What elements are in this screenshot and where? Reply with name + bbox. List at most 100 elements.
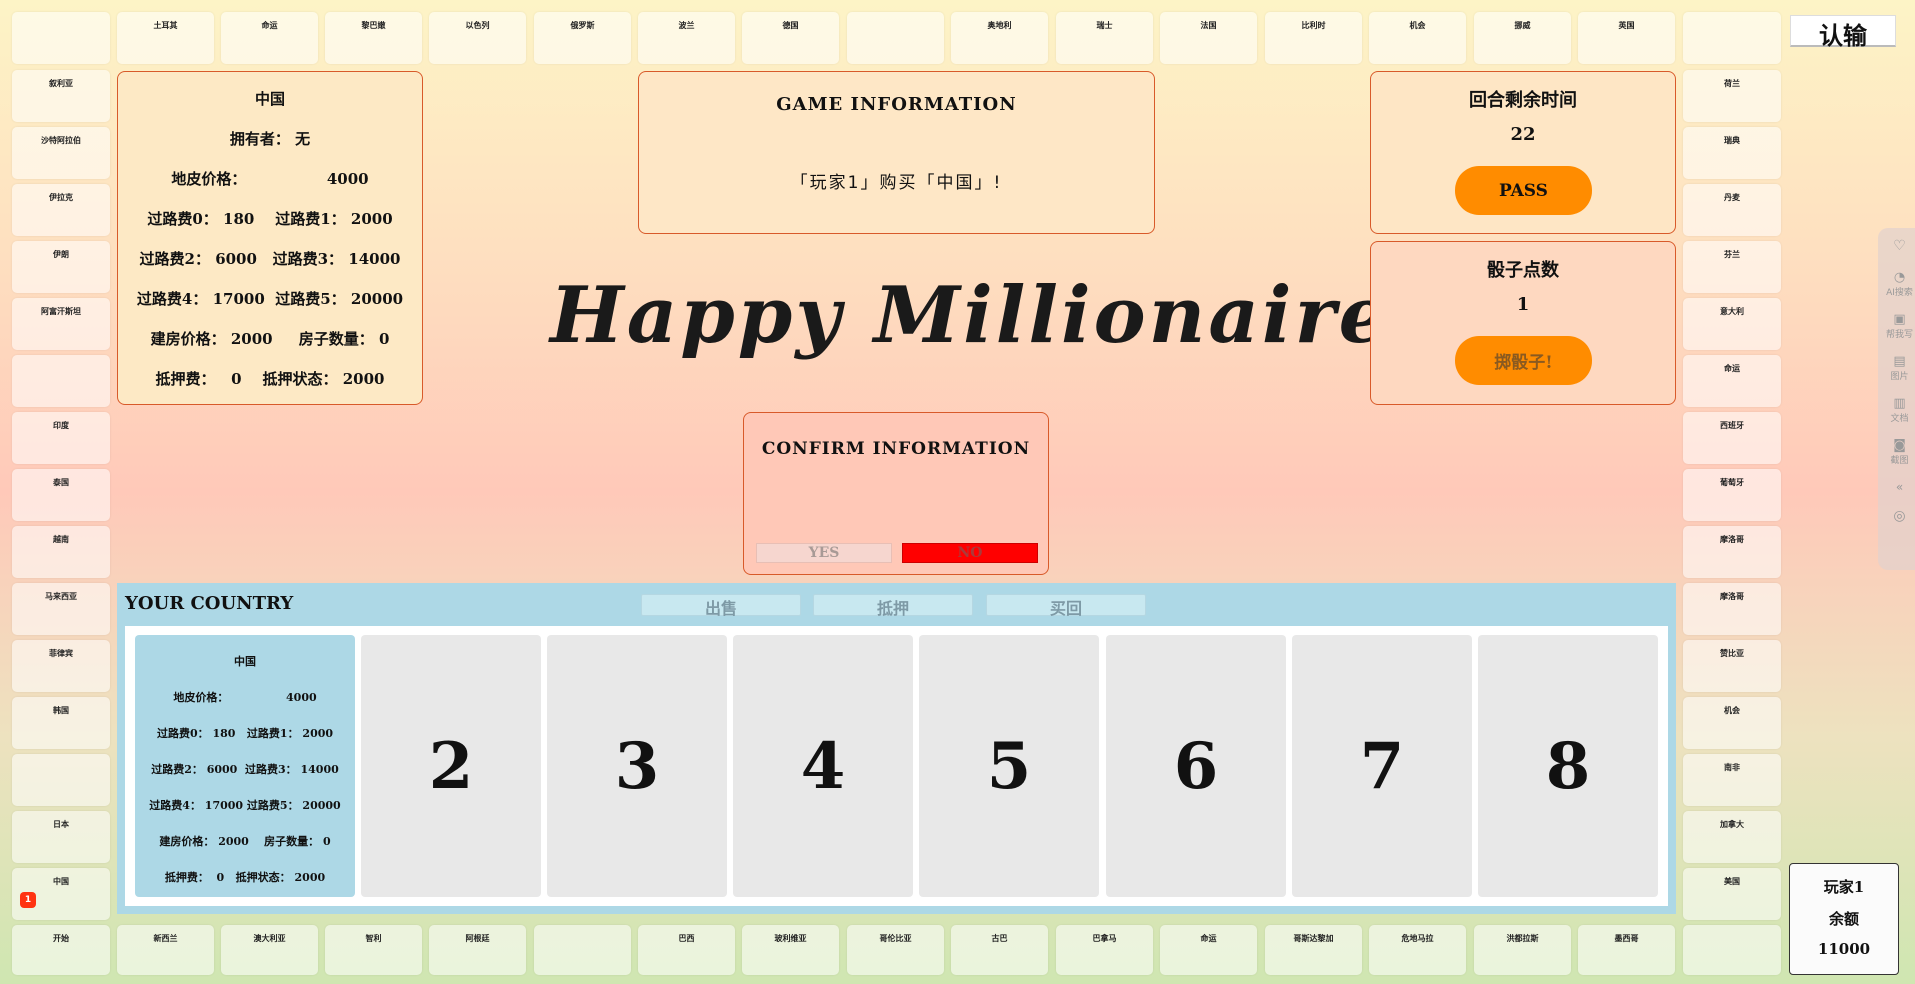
board-cell[interactable]: 赞比亚 xyxy=(1683,640,1781,692)
board-cell[interactable] xyxy=(534,925,631,975)
board-cell[interactable]: 美国 xyxy=(1683,868,1781,920)
card-mortgage-status-label: 抵押状态： xyxy=(235,871,291,884)
board-cell[interactable]: 西班牙 xyxy=(1683,412,1781,464)
board-cell[interactable]: 叙利亚 xyxy=(12,70,110,122)
board-cell[interactable]: 哥斯达黎加 xyxy=(1265,925,1362,975)
toll5-label: 过路费5： xyxy=(275,290,346,308)
board-cell[interactable]: 巴西 xyxy=(638,925,735,975)
board-cell[interactable]: 危地马拉 xyxy=(1369,925,1466,975)
sell-button[interactable]: 出售 xyxy=(641,594,801,618)
board-cell[interactable]: 阿富汗斯坦 xyxy=(12,298,110,350)
roll-dice-button[interactable]: 掷骰子! xyxy=(1455,336,1592,385)
country-detail-card[interactable]: 中国 地皮价格： 4000 过路费0： 180 过路费1： 2000 过路费2：… xyxy=(135,635,355,897)
board-cell[interactable]: 荷兰 xyxy=(1683,70,1781,122)
surrender-button[interactable]: 认输 xyxy=(1790,15,1896,50)
mortgage-button[interactable]: 抵押 xyxy=(813,594,973,618)
board-cell[interactable]: 摩洛哥 xyxy=(1683,526,1781,578)
board-cell[interactable]: 奥地利 xyxy=(951,12,1048,64)
board-cell[interactable]: 法国 xyxy=(1160,12,1257,64)
board-cell[interactable]: 挪威 xyxy=(1474,12,1571,64)
board-cell[interactable]: 波兰 xyxy=(638,12,735,64)
board-cell-current[interactable]: 中国 1 xyxy=(12,868,110,920)
board-cell[interactable]: 新西兰 xyxy=(117,925,214,975)
screenshot-item[interactable]: ◙ 截图 xyxy=(1884,438,1915,466)
board-cell[interactable]: 机会 xyxy=(1683,697,1781,749)
doc-item[interactable]: ▥ 文档 xyxy=(1884,396,1915,424)
balance-label: 余额 xyxy=(1828,910,1859,928)
toll4-label: 过路费4： xyxy=(136,290,208,308)
board-cell[interactable]: 命运 xyxy=(1683,355,1781,407)
game-logo-title: Happy Millionaire xyxy=(550,270,1392,361)
pen-icon: ▣ xyxy=(1893,312,1906,327)
board-cell[interactable]: 伊朗 xyxy=(12,241,110,293)
board-cell[interactable] xyxy=(12,754,110,806)
country-slot[interactable]: 6 xyxy=(1106,635,1286,897)
board-cell[interactable]: 葡萄牙 xyxy=(1683,469,1781,521)
board-cell[interactable]: 印度 xyxy=(12,412,110,464)
board-cell[interactable]: 南非 xyxy=(1683,754,1781,806)
board-cell[interactable]: 伊拉克 xyxy=(12,184,110,236)
board-cell[interactable] xyxy=(847,12,944,64)
country-slot[interactable]: 2 xyxy=(361,635,541,897)
board-cell[interactable]: 洪都拉斯 xyxy=(1474,925,1571,975)
collapse-icon[interactable]: « xyxy=(1884,480,1915,494)
board-cell[interactable]: 日本 xyxy=(12,811,110,863)
ai-search-item[interactable]: ◔ AI搜索 xyxy=(1884,270,1915,298)
board-cell[interactable]: 韩国 xyxy=(12,697,110,749)
board-cell[interactable]: 智利 xyxy=(325,925,422,975)
board-cell[interactable]: 马来西亚 xyxy=(12,583,110,635)
board-cell[interactable]: 比利时 xyxy=(1265,12,1362,64)
toll-row-1: 过路费0： 180 过路费1： 2000 xyxy=(118,208,422,229)
board-cell[interactable]: 芬兰 xyxy=(1683,241,1781,293)
board-cell[interactable]: 瑞典 xyxy=(1683,127,1781,179)
board-cell[interactable]: 俄罗斯 xyxy=(534,12,631,64)
board-cell[interactable]: 命运 xyxy=(1160,925,1257,975)
country-slot[interactable]: 5 xyxy=(919,635,1099,897)
card-toll5-value: 20000 xyxy=(302,799,341,812)
board-cell[interactable]: 巴拿马 xyxy=(1056,925,1153,975)
heart-icon[interactable]: ♡ xyxy=(1884,238,1915,254)
board-cell-corner-top-right[interactable] xyxy=(1683,12,1781,64)
board-cell[interactable]: 以色列 xyxy=(429,12,526,64)
redeem-button[interactable]: 买回 xyxy=(986,594,1146,618)
image-item[interactable]: ▤ 图片 xyxy=(1884,354,1915,382)
board-cell[interactable]: 加拿大 xyxy=(1683,811,1781,863)
board-cell[interactable]: 澳大利亚 xyxy=(221,925,318,975)
mortgage-status-value: 2000 xyxy=(342,370,385,388)
country-slot[interactable]: 3 xyxy=(547,635,727,897)
board-cell[interactable]: 哥伦比亚 xyxy=(847,925,944,975)
pass-button[interactable]: PASS xyxy=(1455,166,1592,215)
country-slot[interactable]: 4 xyxy=(733,635,913,897)
board-cell[interactable]: 沙特阿拉伯 xyxy=(12,127,110,179)
board-cell[interactable]: 墨西哥 xyxy=(1578,925,1675,975)
board-cell[interactable]: 土耳其 xyxy=(117,12,214,64)
property-info-panel: 中国 拥有者： 无 地皮价格： 4000 过路费0： 180 过路费1： 200… xyxy=(117,71,423,405)
board-cell-corner-bottom-right[interactable] xyxy=(1683,925,1781,975)
board-cell[interactable]: 意大利 xyxy=(1683,298,1781,350)
board-cell[interactable]: 泰国 xyxy=(12,469,110,521)
ai-search-label: AI搜索 xyxy=(1886,288,1913,298)
settings-icon[interactable]: ◎ xyxy=(1884,508,1915,524)
board-cell[interactable]: 丹麦 xyxy=(1683,184,1781,236)
board-cell[interactable]: 玻利维亚 xyxy=(742,925,839,975)
board-cell[interactable]: 古巴 xyxy=(951,925,1048,975)
country-slot[interactable]: 8 xyxy=(1478,635,1658,897)
board-cell-corner-top-left[interactable] xyxy=(12,12,110,64)
board-cell[interactable]: 命运 xyxy=(221,12,318,64)
board-cell[interactable]: 越南 xyxy=(12,526,110,578)
board-cell[interactable]: 黎巴嫩 xyxy=(325,12,422,64)
confirm-yes-button[interactable]: YES xyxy=(756,543,892,563)
board-cell[interactable]: 德国 xyxy=(742,12,839,64)
board-cell[interactable] xyxy=(12,355,110,407)
confirm-no-button[interactable]: NO xyxy=(902,543,1038,563)
board-cell-start[interactable]: 开始 xyxy=(12,925,110,975)
board-cell[interactable]: 瑞士 xyxy=(1056,12,1153,64)
board-cell[interactable]: 机会 xyxy=(1369,12,1466,64)
board-cell[interactable]: 阿根廷 xyxy=(429,925,526,975)
board-cell[interactable]: 摩洛哥 xyxy=(1683,583,1781,635)
help-write-item[interactable]: ▣ 帮我写 xyxy=(1884,312,1915,340)
confirm-title: CONFIRM INFORMATION xyxy=(761,439,1031,459)
board-cell[interactable]: 英国 xyxy=(1578,12,1675,64)
board-cell[interactable]: 菲律宾 xyxy=(12,640,110,692)
country-slot[interactable]: 7 xyxy=(1292,635,1472,897)
